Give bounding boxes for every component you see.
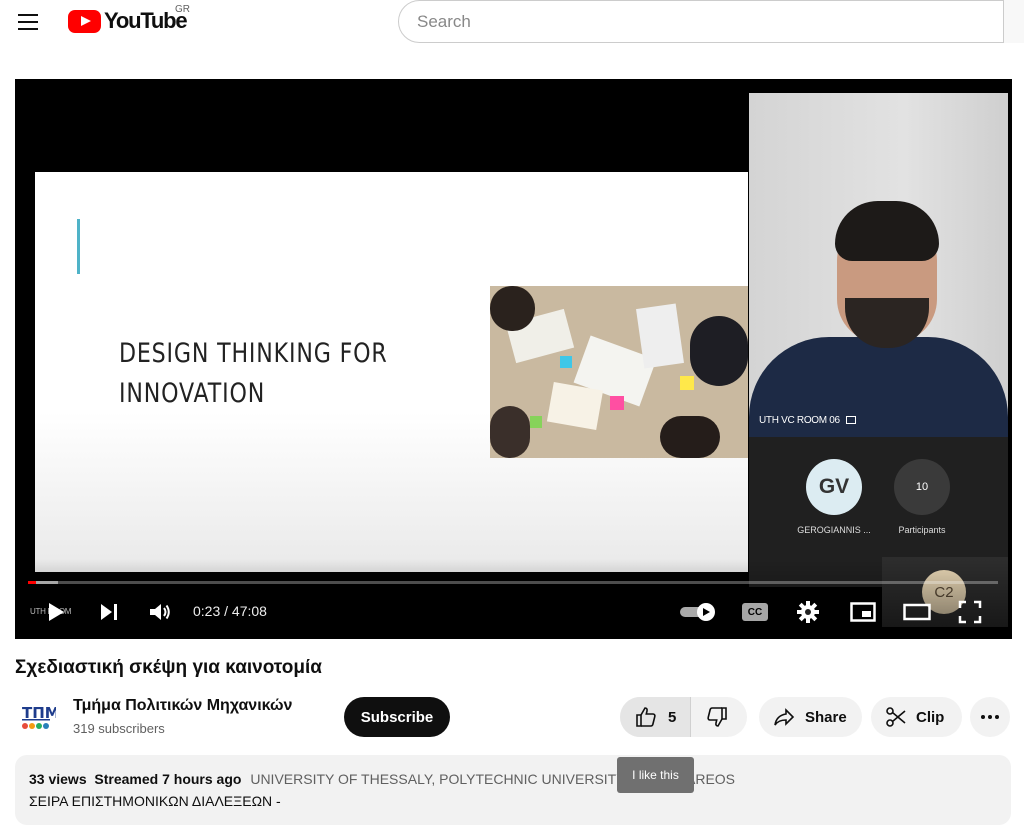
share-label: Share — [805, 708, 847, 726]
channel-name[interactable]: Τμήμα Πολιτικών Μηχανικών — [73, 697, 292, 715]
youtube-logo[interactable]: YouTube — [68, 8, 188, 34]
slide-accent-bar — [77, 219, 80, 274]
thumbs-up-icon — [636, 707, 656, 727]
volume-button[interactable] — [147, 599, 173, 625]
speaker-hair — [835, 201, 939, 261]
shared-screen: DESIGN THINKING FOR INNOVATION — [23, 91, 749, 573]
play-button[interactable] — [45, 599, 67, 625]
time-display: 0:23 / 47:08 — [193, 603, 267, 619]
more-actions-button[interactable] — [970, 697, 1010, 737]
view-count: 33 views — [29, 771, 87, 787]
channel-avatar[interactable]: ΤΠΜ — [16, 698, 60, 738]
captions-button[interactable]: CC — [741, 599, 769, 625]
slide-photo — [490, 286, 748, 458]
more-horizontal-icon — [981, 715, 999, 719]
search-button[interactable] — [1003, 0, 1024, 43]
presentation-slide: DESIGN THINKING FOR INNOVATION — [35, 172, 748, 572]
theater-mode-icon — [903, 603, 931, 621]
theater-mode-button[interactable] — [902, 599, 932, 625]
participant-avatar: GV — [806, 459, 862, 515]
subscribe-button[interactable]: Subscribe — [344, 697, 450, 737]
thumbs-down-icon — [707, 707, 728, 727]
subscriber-count: 319 subscribers — [73, 721, 165, 736]
like-button[interactable]: 5 — [620, 697, 691, 737]
video-title: Σχεδιαστική σκέψη για καινοτομία — [15, 657, 322, 678]
youtube-play-logo-icon — [68, 9, 101, 33]
clip-button[interactable]: Clip — [871, 697, 962, 737]
slide-title: DESIGN THINKING FOR INNOVATION — [119, 338, 388, 409]
menu-icon[interactable] — [16, 10, 40, 34]
masthead: YouTube GR Search — [0, 0, 1024, 44]
progress-bar[interactable] — [28, 581, 998, 584]
channel-logo-icon: ΤΠΜ — [22, 704, 60, 729]
search-placeholder: Search — [417, 11, 471, 31]
video-tile-label: UTH VC ROOM 06 — [759, 415, 857, 426]
country-code: GR — [175, 4, 190, 15]
captions-icon: CC — [742, 603, 768, 621]
miniplayer-button[interactable] — [849, 599, 877, 625]
like-tooltip: I like this — [617, 757, 694, 793]
gear-icon — [797, 601, 819, 623]
next-button[interactable] — [97, 599, 121, 625]
scissors-icon — [886, 707, 906, 727]
volume-icon — [150, 604, 170, 620]
like-dislike-group: 5 — [620, 697, 748, 737]
autoplay-toggle[interactable] — [677, 599, 719, 625]
fullscreen-icon — [958, 600, 982, 624]
fullscreen-button[interactable] — [957, 599, 983, 625]
stream-date: Streamed 7 hours ago — [94, 771, 242, 787]
description-box[interactable]: 33 views Streamed 7 hours ago UNIVERSITY… — [15, 755, 1011, 825]
video-player[interactable]: DESIGN THINKING FOR INNOVATION UTH VC RO… — [15, 79, 1012, 639]
share-icon — [774, 708, 795, 726]
screen-share-icon — [846, 416, 857, 424]
next-icon — [101, 604, 117, 620]
share-button[interactable]: Share — [759, 697, 862, 737]
like-count: 5 — [668, 708, 677, 726]
progress-played — [28, 581, 36, 584]
participants-count: 10 — [894, 459, 950, 515]
clip-label: Clip — [916, 708, 945, 726]
autoplay-toggle-icon — [680, 603, 715, 621]
speaker-video-tile: UTH VC ROOM 06 — [749, 93, 1008, 437]
miniplayer-icon — [850, 602, 876, 622]
participant-name: GEROGIANNIS ... — [797, 525, 871, 535]
play-icon — [49, 603, 64, 621]
description-text: ΣΕΙΡΑ ΕΠΙΣΤΗΜΟΝΙΚΩΝ ΔΙΑΛΕΞΕΩΝ - — [29, 793, 281, 809]
participants-label: Participants — [898, 525, 946, 535]
settings-button[interactable] — [795, 599, 821, 625]
dislike-button[interactable] — [690, 697, 747, 737]
search-input[interactable]: Search — [398, 0, 1024, 43]
